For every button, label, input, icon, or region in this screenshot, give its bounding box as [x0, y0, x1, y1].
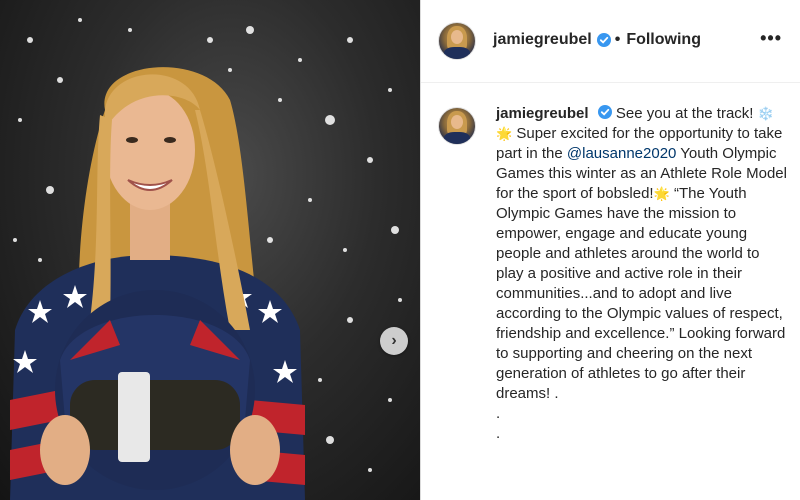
post-caption: jamiegreubel See you at the track! ❄️ 🌟 …: [496, 104, 791, 444]
post-side-panel: jamiegreubel • Following ••• jamiegreube…: [421, 0, 800, 500]
separator-dot: •: [614, 31, 621, 48]
caption-dot-1: .: [496, 405, 501, 422]
following-button[interactable]: Following: [626, 31, 701, 49]
verified-badge-icon: [596, 33, 611, 47]
next-photo-button[interactable]: ›: [380, 327, 408, 355]
profile-avatar[interactable]: [438, 22, 476, 60]
caption-text-4: “The Youth Olympic Games have the missio…: [496, 185, 786, 402]
caption-dot-2: .: [496, 425, 501, 442]
caption-verified-badge-icon: [597, 105, 612, 119]
post-header: jamiegreubel • Following •••: [421, 0, 800, 83]
caption-avatar[interactable]: [438, 107, 476, 145]
athlete-photo-illustration: [10, 18, 402, 500]
header-username-link[interactable]: jamiegreubel: [493, 31, 592, 49]
caption-username-link[interactable]: jamiegreubel: [496, 105, 589, 122]
snowflake-icon: ❄️: [757, 106, 774, 121]
caption-text-1: See you at the track!: [615, 105, 754, 122]
mention-link[interactable]: @lausanne2020: [567, 145, 676, 162]
star-icon: 🌟: [496, 126, 513, 141]
post-photo[interactable]: ›: [0, 0, 420, 500]
star-icon-2: 🌟: [653, 186, 670, 201]
more-options-icon[interactable]: •••: [760, 28, 782, 49]
